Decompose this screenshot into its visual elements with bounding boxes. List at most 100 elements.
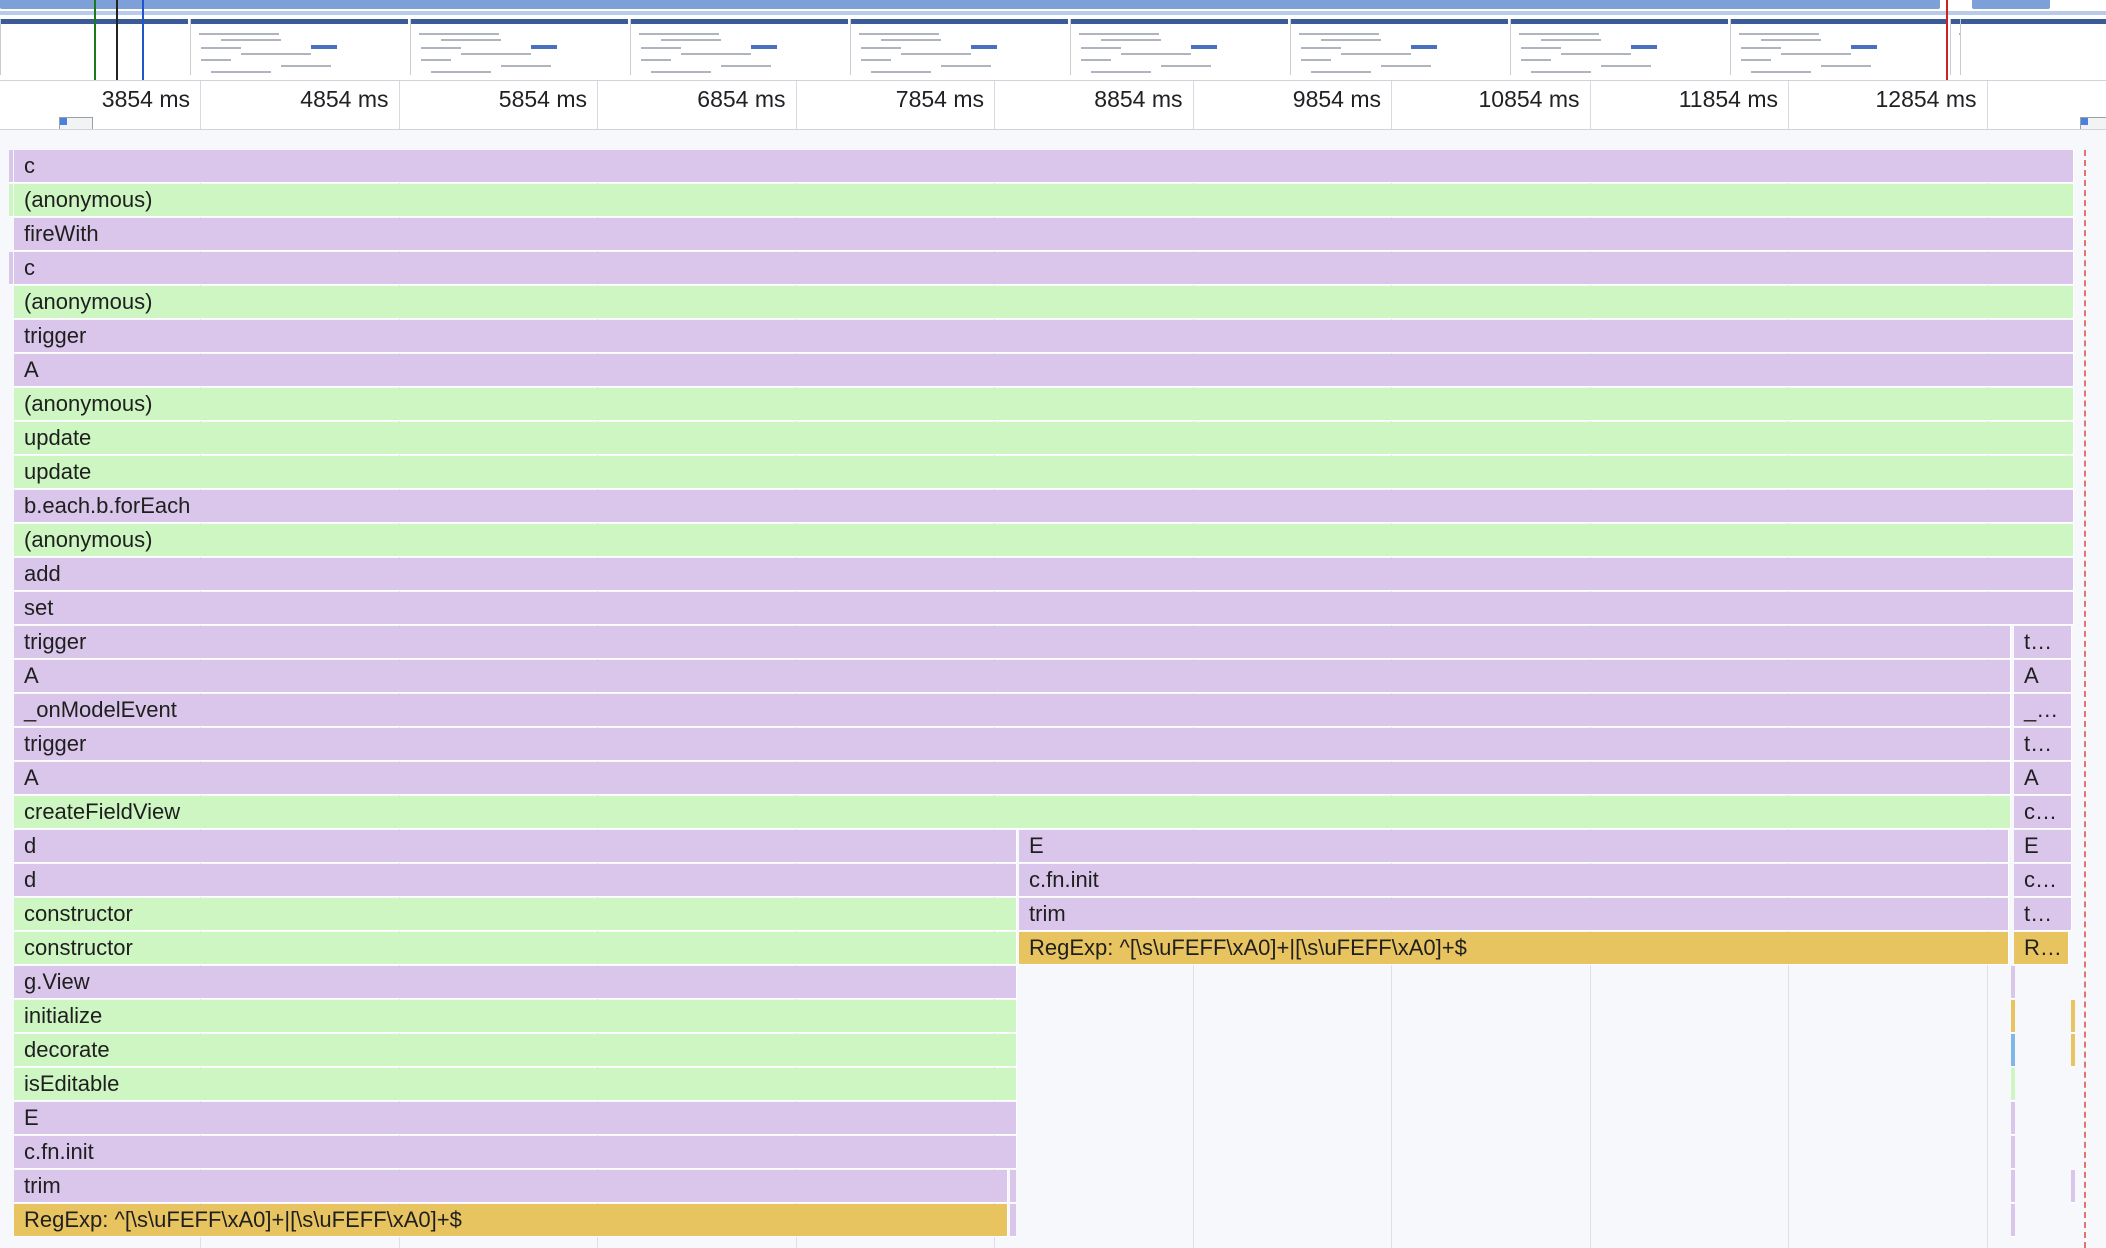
call-frame[interactable]: d xyxy=(14,864,1017,897)
call-frame[interactable]: A xyxy=(2014,762,2072,795)
range-handle-icon xyxy=(2081,118,2088,125)
call-frame[interactable]: add xyxy=(14,558,2074,591)
call-frame-sliver[interactable] xyxy=(2011,1034,2015,1067)
call-frame-sliver[interactable] xyxy=(9,184,13,217)
call-frame[interactable]: A xyxy=(2014,660,2072,693)
thumbnail-text xyxy=(651,71,711,73)
screenshot-thumbnail[interactable] xyxy=(410,19,628,75)
time-tick-label: 12854 ms xyxy=(1875,86,1977,112)
call-frame[interactable]: fireWith xyxy=(14,218,2074,251)
regexp-frame[interactable]: RegExp: ^[\s\uFEFF\xA0]+|[\s\uFEFF\xA0]+… xyxy=(1019,932,2009,965)
call-frame[interactable]: E xyxy=(14,1102,1017,1135)
call-frame[interactable]: A xyxy=(14,354,2074,387)
thumbnail-text xyxy=(199,33,279,35)
call-frame[interactable]: c… xyxy=(2014,796,2072,829)
call-frame[interactable]: isEditable xyxy=(14,1068,1017,1101)
time-tick-label: 5854 ms xyxy=(498,86,587,112)
call-frame[interactable]: (anonymous) xyxy=(14,286,2074,319)
call-frame-sliver[interactable] xyxy=(2071,1034,2075,1067)
screenshot-thumbnail[interactable] xyxy=(1290,19,1508,75)
cpu-activity-graph-tail xyxy=(1972,0,2050,9)
flame-chart[interactable]: c (anonymous) fireWith c (anonymous) tri… xyxy=(0,150,2106,1248)
ruler-gridline xyxy=(597,81,598,129)
ruler-gridline xyxy=(1192,81,1194,129)
thumbnail-text xyxy=(861,47,901,49)
call-frame-sliver[interactable] xyxy=(9,150,13,183)
call-frame[interactable]: trim xyxy=(14,1170,1008,1203)
screenshot-thumbnail[interactable] xyxy=(190,19,408,75)
call-frame[interactable]: E xyxy=(2014,830,2072,863)
thumbnail-text xyxy=(211,71,271,73)
call-frame[interactable]: d xyxy=(14,830,1017,863)
time-tick-label: 7854 ms xyxy=(895,86,984,112)
thumbnail-text xyxy=(281,65,331,67)
thumbnail-button xyxy=(1411,45,1437,49)
thumbnail-text xyxy=(1081,47,1121,49)
call-frame-sliver[interactable] xyxy=(2011,1170,2015,1203)
call-frame[interactable]: c xyxy=(14,150,2074,183)
call-frame[interactable]: constructor xyxy=(14,898,1017,931)
call-frame[interactable]: trigger xyxy=(14,728,2011,761)
thumbnail-text xyxy=(1601,65,1651,67)
call-frame-sliver[interactable] xyxy=(2011,1000,2015,1033)
call-frame-sliver[interactable] xyxy=(2011,1068,2015,1101)
regexp-frame[interactable]: RegExp: ^[\s\uFEFF\xA0]+|[\s\uFEFF\xA0]+… xyxy=(14,1204,1008,1237)
call-frame-sliver[interactable] xyxy=(1010,1170,1016,1203)
call-frame[interactable]: createFieldView xyxy=(14,796,2011,829)
call-frame-sliver[interactable] xyxy=(2071,1170,2075,1203)
call-frame[interactable]: g.View xyxy=(14,966,1017,999)
call-frame[interactable]: initialize xyxy=(14,1000,1017,1033)
screenshot-thumbnail[interactable] xyxy=(1070,19,1288,75)
ruler-gridline xyxy=(1986,81,1988,129)
call-frame[interactable]: c.fn.init xyxy=(1019,864,2009,897)
call-frame[interactable]: c.fn.init xyxy=(14,1136,1017,1169)
call-frame[interactable]: (anonymous) xyxy=(14,184,2074,217)
screenshot-thumbnail[interactable] xyxy=(630,19,848,75)
call-frame[interactable]: t… xyxy=(2014,898,2072,931)
thumbnail-text xyxy=(1521,47,1561,49)
call-frame[interactable]: A xyxy=(14,762,2011,795)
call-frame-sliver[interactable] xyxy=(2011,1102,2015,1135)
call-frame[interactable]: update xyxy=(14,456,2074,489)
call-frame[interactable]: t… xyxy=(2014,626,2072,659)
thumbnail-text xyxy=(221,39,281,41)
timeline-overview[interactable] xyxy=(0,0,2106,81)
call-frame[interactable]: trim xyxy=(1019,898,2009,931)
call-frame-sliver[interactable] xyxy=(9,252,13,285)
dom-content-loaded-marker xyxy=(142,0,144,80)
screenshot-thumbnail[interactable] xyxy=(1510,19,1728,75)
thumbnail-text xyxy=(1081,59,1111,61)
regexp-frame[interactable]: R… xyxy=(2014,932,2069,965)
ruler-gridline xyxy=(398,81,400,129)
time-tick-label: 11854 ms xyxy=(1678,86,1778,112)
call-frame-sliver[interactable] xyxy=(1010,1204,1016,1237)
call-frame[interactable]: (anonymous) xyxy=(14,388,2074,421)
call-frame-sliver[interactable] xyxy=(2011,1136,2015,1169)
network-activity-graph xyxy=(0,11,2106,15)
call-frame[interactable]: E xyxy=(1019,830,2009,863)
call-frame[interactable]: trigger xyxy=(14,320,2074,353)
time-tick-label: 10854 ms xyxy=(1478,86,1580,112)
call-frame[interactable]: t… xyxy=(2014,728,2072,761)
screenshot-thumbnail[interactable] xyxy=(850,19,1068,75)
call-frame[interactable]: _onModelEvent xyxy=(14,694,2011,727)
call-frame[interactable]: b.each.b.forEach xyxy=(14,490,2074,523)
call-frame[interactable]: decorate xyxy=(14,1034,1017,1067)
call-frame[interactable]: c… xyxy=(2014,864,2072,897)
range-start-handle[interactable] xyxy=(59,117,93,129)
screenshot-thumbnail[interactable] xyxy=(1730,19,1948,75)
call-frame[interactable]: trigger xyxy=(14,626,2011,659)
call-frame[interactable]: c xyxy=(14,252,2074,285)
call-frame[interactable]: (anonymous) xyxy=(14,524,2074,557)
call-frame[interactable]: set xyxy=(14,592,2074,625)
call-frame[interactable]: update xyxy=(14,422,2074,455)
call-frame[interactable]: constructor xyxy=(14,932,1017,965)
call-frame[interactable]: _… xyxy=(2014,694,2072,727)
call-frame-sliver[interactable] xyxy=(2011,1204,2015,1237)
call-frame-sliver[interactable] xyxy=(2011,966,2015,999)
screenshot-thumbnail[interactable] xyxy=(1960,19,2106,75)
range-end-handle[interactable] xyxy=(2080,117,2106,129)
call-frame[interactable]: A xyxy=(14,660,2011,693)
thumbnail-text xyxy=(1091,71,1151,73)
call-frame-sliver[interactable] xyxy=(2071,1000,2075,1033)
